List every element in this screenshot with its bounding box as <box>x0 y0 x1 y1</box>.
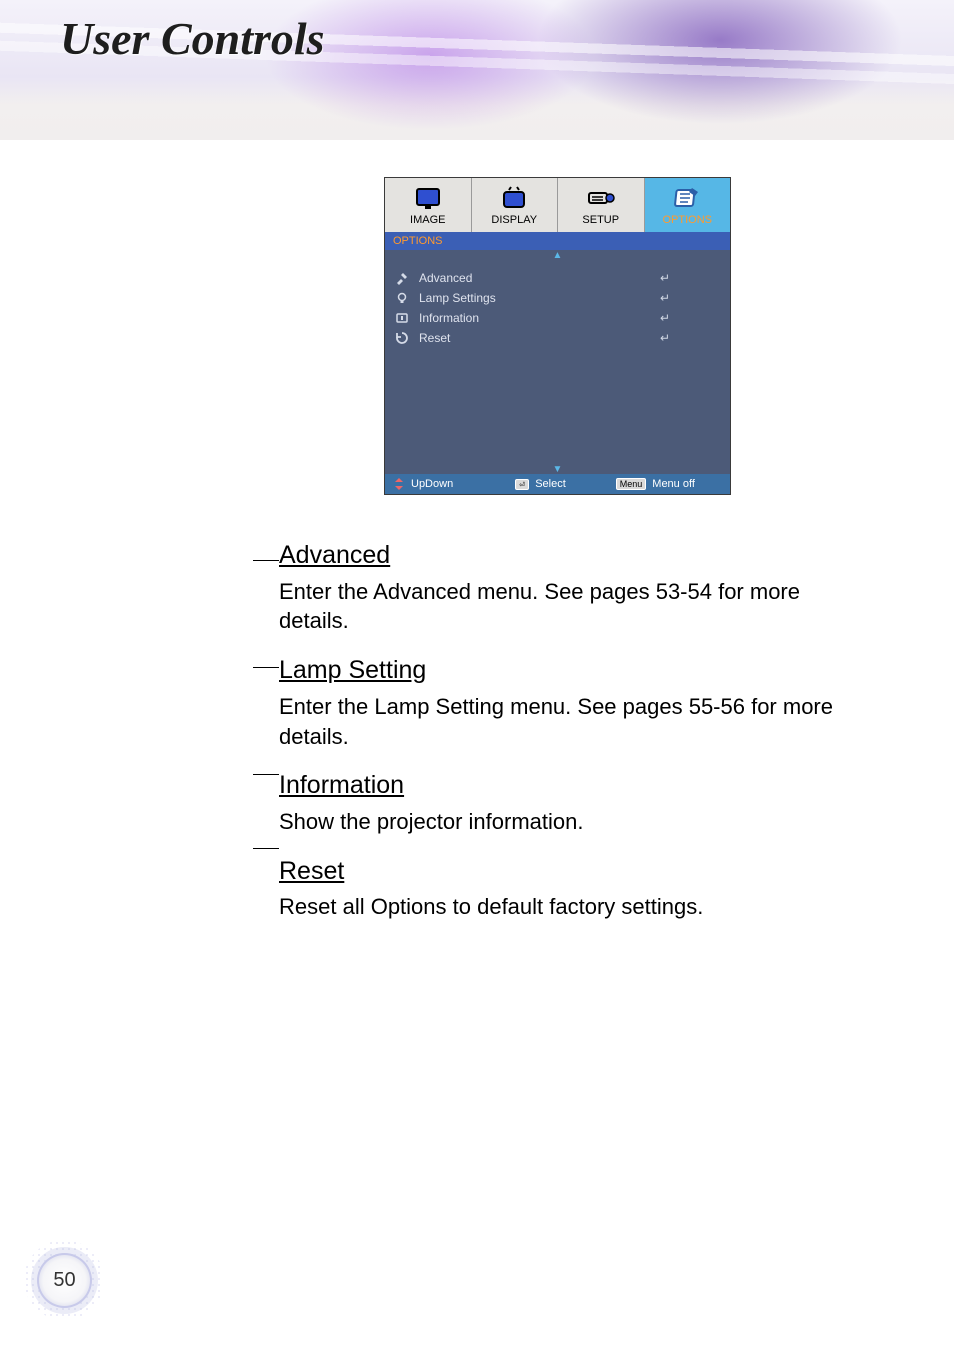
heading-line <box>253 848 279 849</box>
tab-setup-label: SETUP <box>582 214 619 226</box>
section-heading-lamp: Lamp Setting <box>279 654 839 688</box>
section-heading-advanced: Advanced <box>279 539 839 573</box>
footer-updown-label: UpDown <box>411 478 453 490</box>
section-body-reset: Reset all Options to default factory set… <box>279 892 839 922</box>
page-header: User Controls <box>0 0 954 140</box>
tab-display-label: DISPLAY <box>491 214 537 226</box>
enter-icon: ↵ <box>660 271 670 285</box>
content-area: Advanced Enter the Advanced menu. See pa… <box>279 535 839 940</box>
tab-image-label: IMAGE <box>410 214 445 226</box>
osd-footer: UpDown ⏎ Select Menu Menu off <box>385 474 730 494</box>
osd-item-advanced-label: Advanced <box>419 271 660 285</box>
osd-item-lamp-label: Lamp Settings <box>419 291 660 305</box>
reset-icon <box>393 331 411 345</box>
section-heading-reset: Reset <box>279 855 839 889</box>
footer-select-label: Select <box>535 478 566 490</box>
section-body-information: Show the projector information. <box>279 807 839 837</box>
section-body-lamp: Enter the Lamp Setting menu. See pages 5… <box>279 692 839 751</box>
heading-line <box>253 774 279 775</box>
tab-display[interactable]: DISPLAY <box>472 178 559 232</box>
page-number-badge: 50 <box>37 1253 92 1308</box>
enter-icon: ↵ <box>660 291 670 305</box>
osd-item-reset[interactable]: Reset ↵ <box>393 328 722 348</box>
image-tab-icon <box>413 186 443 210</box>
display-tab-icon <box>499 186 529 210</box>
osd-items: Advanced ↵ Lamp Settings ↵ Information ↵ <box>385 262 730 464</box>
lamp-icon <box>393 291 411 305</box>
updown-icon <box>393 478 405 490</box>
osd-item-info-label: Information <box>419 311 660 325</box>
menu-key-icon: Menu <box>616 478 647 490</box>
osd-tabs: IMAGE DISPLAY SETUP OPTIONS <box>385 178 730 232</box>
tab-options-label: OPTIONS <box>662 214 712 226</box>
section-body-advanced: Enter the Advanced menu. See pages 53-54… <box>279 577 839 636</box>
scroll-down-indicator: ▼ <box>385 464 730 474</box>
osd-item-reset-label: Reset <box>419 331 660 345</box>
heading-line <box>253 560 279 561</box>
tools-icon <box>393 271 411 285</box>
select-key-icon: ⏎ <box>515 479 529 490</box>
tab-image[interactable]: IMAGE <box>385 178 472 232</box>
osd-item-lamp[interactable]: Lamp Settings ↵ <box>393 288 722 308</box>
osd-panel: IMAGE DISPLAY SETUP OPTIONS OP <box>384 177 731 495</box>
osd-section-label: OPTIONS <box>385 232 730 250</box>
scroll-up-indicator: ▲ <box>385 250 730 262</box>
heading-line <box>253 667 279 668</box>
section-heading-information: Information <box>279 769 839 803</box>
footer-menuoff-label: Menu off <box>652 478 695 490</box>
options-tab-icon <box>672 186 702 210</box>
tab-options[interactable]: OPTIONS <box>645 178 731 232</box>
info-icon <box>393 311 411 325</box>
header-title: User Controls <box>60 12 325 65</box>
osd-item-info[interactable]: Information ↵ <box>393 308 722 328</box>
setup-tab-icon <box>586 186 616 210</box>
osd-item-advanced[interactable]: Advanced ↵ <box>393 268 722 288</box>
enter-icon: ↵ <box>660 311 670 325</box>
svg-text:⏎: ⏎ <box>519 481 525 489</box>
enter-icon: ↵ <box>660 331 670 345</box>
tab-setup[interactable]: SETUP <box>558 178 645 232</box>
